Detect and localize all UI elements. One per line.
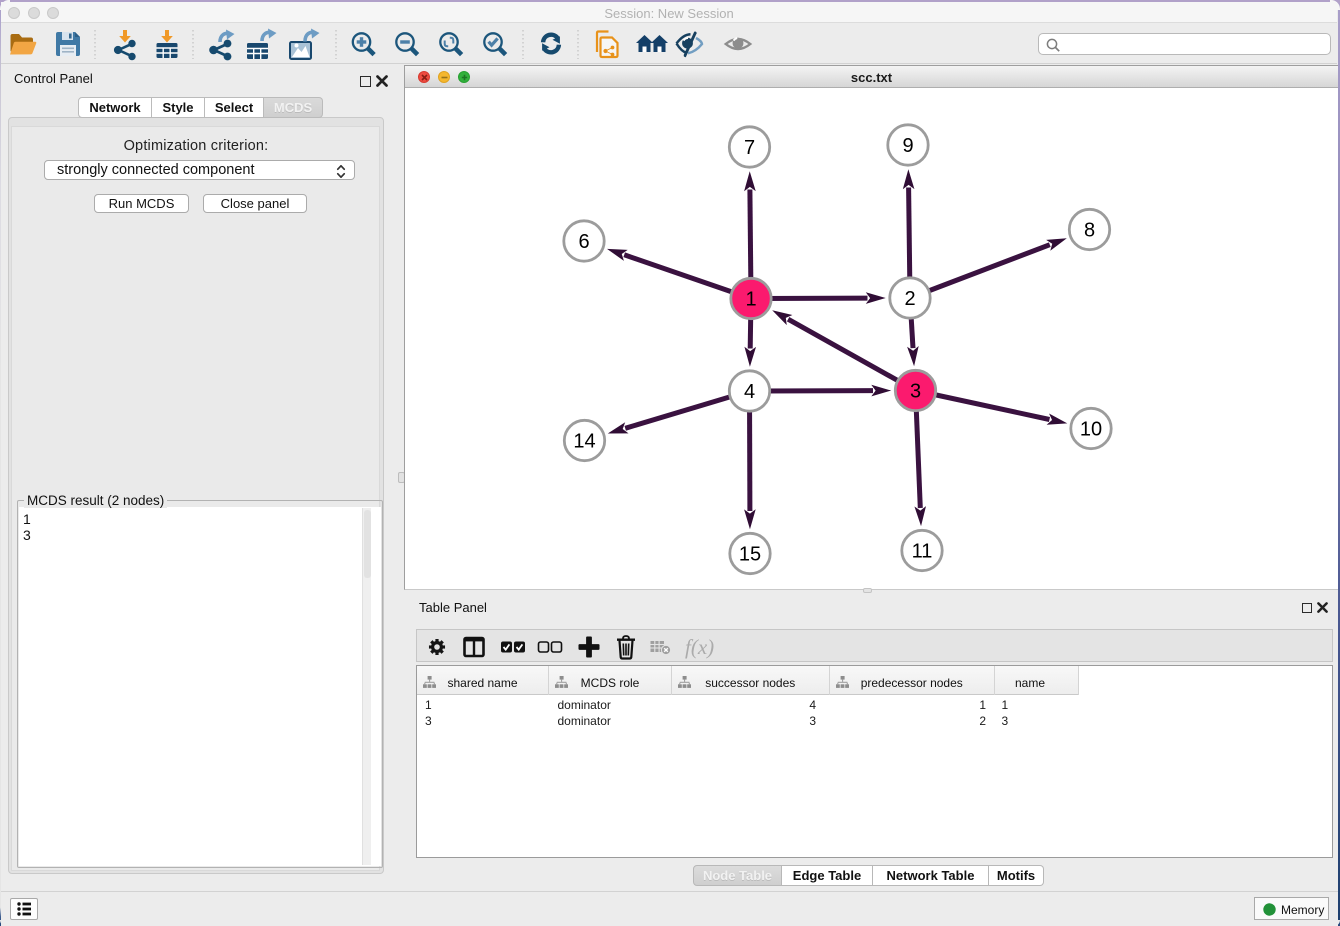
svg-text:10: 10 bbox=[1080, 419, 1102, 441]
svg-text:6: 6 bbox=[578, 231, 589, 253]
svg-text:4: 4 bbox=[744, 381, 755, 403]
svg-text:11: 11 bbox=[912, 541, 933, 563]
svg-text:8: 8 bbox=[1084, 220, 1095, 242]
svg-text:9: 9 bbox=[902, 135, 913, 157]
svg-text:14: 14 bbox=[573, 431, 595, 453]
svg-text:3: 3 bbox=[910, 381, 921, 403]
svg-text:2: 2 bbox=[904, 288, 915, 310]
svg-text:15: 15 bbox=[739, 544, 761, 566]
svg-text:7: 7 bbox=[744, 137, 755, 159]
svg-text:f(x): f(x) bbox=[685, 635, 714, 659]
svg-text:1: 1 bbox=[745, 289, 756, 311]
